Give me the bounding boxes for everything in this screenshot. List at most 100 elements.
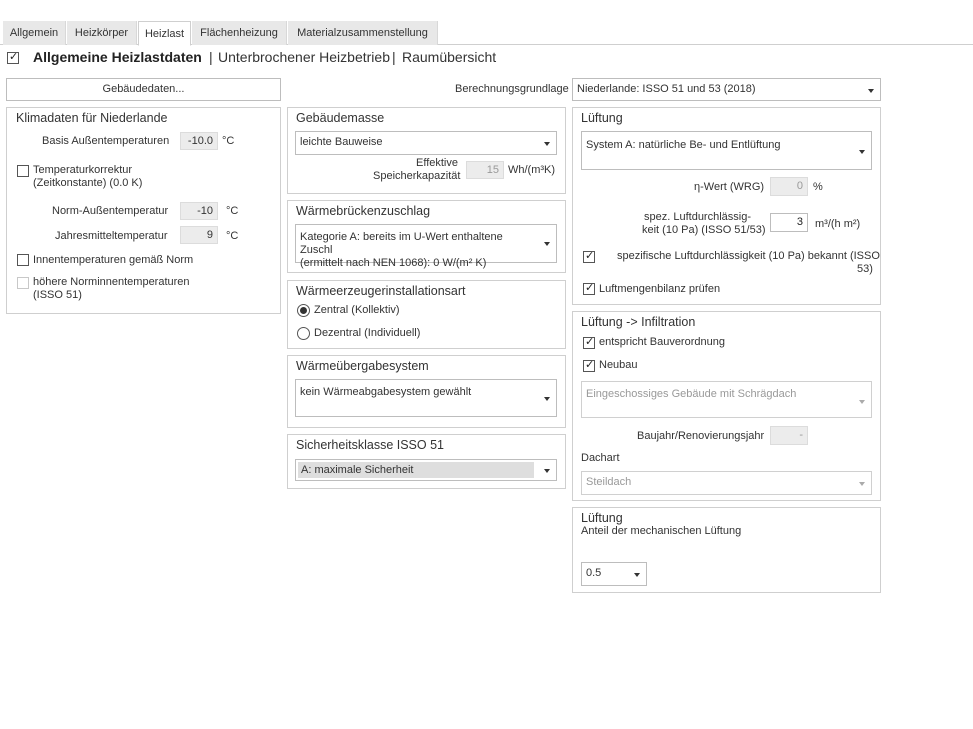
link-unterbrochener-heizbetrieb[interactable]: Unterbrochener Heizbetrieb [218,49,390,65]
norm-unit: °C [226,205,239,217]
klimadaten-group: Klimadaten für Niederlande Basis Außente… [6,107,281,314]
innentemperaturen-checkbox[interactable] [17,254,29,266]
dachart-select-value: Steildach [586,476,632,488]
jahres-label: Jahresmitteltemperatur [55,230,168,242]
gebaeudetyp-select-value: Eingeschossiges Gebäude mit Schrägdach [586,388,797,400]
neubau-checkbox[interactable] [583,358,595,372]
eff-label-2: Speicherkapazität [373,170,461,182]
chevron-down-icon [634,573,640,577]
gebaeudemasse-title: Gebäudemasse [296,111,385,125]
chevron-down-icon [544,397,550,401]
sicherheit-title: Sicherheitsklasse ISSO 51 [296,438,444,452]
link-raumuebersicht[interactable]: Raumübersicht [402,49,496,65]
baujahr-value: - [770,426,808,445]
eff-unit: Wh/(m³K) [508,164,556,176]
infiltration-title: Lüftung -> Infiltration [581,315,696,329]
chevron-down-icon [868,89,874,93]
infiltration-group: Lüftung -> Infiltration entspricht Bauve… [572,311,881,501]
erzeuger-title: Wärmeerzeugerinstallationsart [296,284,466,298]
waermebruecken-line-2: (ermittelt nach NEN 1068): 0 W/(m² K) [300,257,487,269]
bauverordnung-checkbox[interactable] [583,335,595,349]
chevron-down-icon [544,242,550,246]
anteil-select-value: 0.5 [586,567,602,579]
eff-value: 15 [466,161,504,179]
neubau-label: Neubau [599,359,638,371]
radio-zentral[interactable] [297,304,310,317]
innentemperaturen-label: Innentemperaturen gemäß Norm [33,254,194,266]
radio-dezentral[interactable] [297,327,310,340]
lueftung2-title: Lüftung [581,511,623,525]
basis-unit: °C [222,135,235,147]
lueftung-select[interactable]: System A: natürliche Be- und Entlüftung [581,131,872,170]
radio-zentral-label: Zentral (Kollektiv) [314,304,400,316]
uebergabe-select[interactable]: kein Wärmeabgabesystem gewählt [295,379,557,417]
temperaturkorrektur-label-1: Temperaturkorrektur [33,164,133,176]
chevron-down-icon [544,469,550,473]
jahres-value: 9 [180,226,218,244]
tab-flaechenheizung[interactable]: Flächenheizung [192,21,287,45]
bauverordnung-label: entspricht Bauverordnung [599,336,725,348]
sicherheit-select-value: A: maximale Sicherheit [298,462,534,478]
spez-label-1: spez. Luftdurchlässig- [644,211,751,223]
dachart-label: Dachart [581,452,620,464]
gebaeudemasse-select[interactable]: leichte Bauweise [295,131,557,155]
tab-heizkoerper[interactable]: Heizkörper [67,21,137,45]
luftdurchlaessigkeit-bekannt-checkbox[interactable] [583,249,595,263]
luftmengenbilanz-checkbox[interactable] [583,281,595,295]
basis-label: Basis Außentemperaturen [42,135,170,147]
waermebruecken-group: Wärmebrückenzuschlag Kategorie A: bereit… [287,200,566,273]
norm-label: Norm-Außentemperatur [52,205,169,217]
page-title: Allgemeine Heizlastdaten [33,49,202,65]
spez-label-2: keit (10 Pa) (ISSO 51/53) [642,224,766,236]
norm-value: -10 [180,202,218,220]
tab-allgemein[interactable]: Allgemein [3,21,66,45]
bekannt-label-1: spezifische Luftdurchlässigkeit (10 Pa) … [617,250,880,262]
sicherheit-select[interactable]: A: maximale Sicherheit [295,459,557,481]
uebergabe-group: Wärmeübergabesystem kein Wärmeabgabesyst… [287,355,566,428]
hoehere-label-2: (ISSO 51) [33,289,82,301]
hoehere-label-1: höhere Norminnentemperaturen [33,276,190,288]
eff-label-1: Effektive [416,157,458,169]
temperaturkorrektur-label-2: (Zeitkonstante) (0.0 K) [33,177,143,189]
lueftung2-group: Lüftung Anteil der mechanischen Lüftung … [572,507,881,593]
gebaeudemasse-group: Gebäudemasse leichte Bauweise Effektive … [287,107,566,194]
basis-value: -10.0 [180,132,218,150]
header-separator: | [209,49,213,65]
tab-heizlast[interactable]: Heizlast [138,21,191,46]
radio-dezentral-label: Dezentral (Individuell) [314,327,421,339]
heizlast-enable-checkbox[interactable] [7,50,19,64]
lueftung-group: Lüftung System A: natürliche Be- und Ent… [572,107,881,305]
uebergabe-title: Wärmeübergabesystem [296,359,429,373]
header-separator: | [392,49,396,65]
chevron-down-icon [859,400,865,404]
spez-unit: m³/(h m²) [815,218,861,230]
gebaeudetyp-select[interactable]: Eingeschossiges Gebäude mit Schrägdach [581,381,872,418]
uebergabe-select-value: kein Wärmeabgabesystem gewählt [300,386,472,398]
chevron-down-icon [859,482,865,486]
gebaeudedaten-button[interactable]: Gebäudedaten... [6,78,281,101]
waermebruecken-title: Wärmebrückenzuschlag [296,204,431,218]
berechnung-label: Berechnungsgrundlage [455,83,569,95]
dachart-select[interactable]: Steildach [581,471,872,495]
bekannt-label-2: 53) [857,263,873,275]
hoehere-norminnentemperaturen-checkbox[interactable] [17,277,29,289]
sicherheit-group: Sicherheitsklasse ISSO 51 A: maximale Si… [287,434,566,489]
gebaeudemasse-select-value: leichte Bauweise [300,136,383,148]
waermebruecken-select[interactable]: Kategorie A: bereits im U-Wert enthalten… [295,224,557,269]
lueftung-title: Lüftung [581,111,623,125]
eta-unit: % [813,181,823,193]
lueftung-select-value: System A: natürliche Be- und Entlüftung [586,139,781,151]
chevron-down-icon [544,142,550,146]
temperaturkorrektur-checkbox[interactable] [17,165,29,177]
eta-label: η-Wert (WRG) [694,181,765,193]
tab-materialzusammenstellung[interactable]: Materialzusammenstellung [288,21,438,45]
waermebruecken-line-1: Kategorie A: bereits im U-Wert enthalten… [300,231,503,256]
berechnung-select[interactable]: Niederlande: ISSO 51 und 53 (2018) [572,78,881,101]
spez-input[interactable]: 3 [770,213,808,232]
eta-value: 0 [770,177,808,196]
anteil-label: Anteil der mechanischen Lüftung [581,525,742,537]
luftmengenbilanz-label: Luftmengenbilanz prüfen [599,283,721,295]
anteil-select[interactable]: 0.5 [581,562,647,586]
berechnung-select-value: Niederlande: ISSO 51 und 53 (2018) [577,83,756,95]
jahres-unit: °C [226,230,239,242]
